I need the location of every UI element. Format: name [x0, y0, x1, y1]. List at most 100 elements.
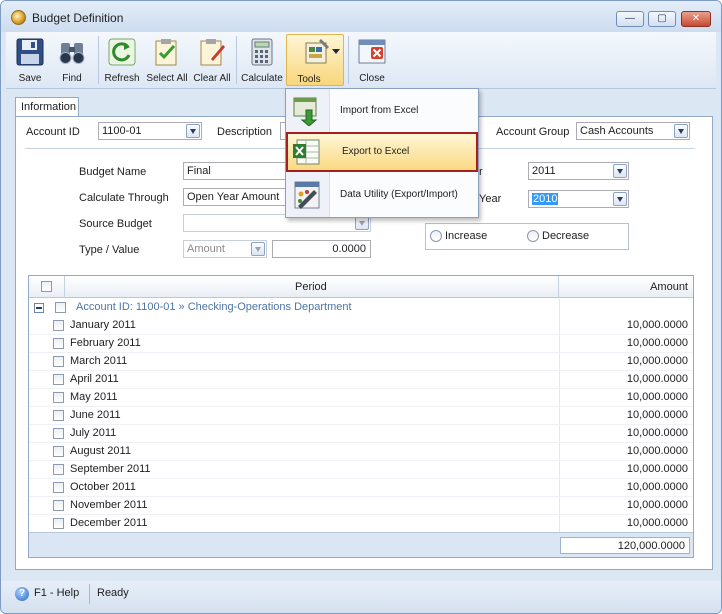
find-button[interactable]: Find [54, 34, 90, 86]
row-checkbox[interactable] [53, 428, 64, 439]
chevron-down-icon[interactable] [613, 164, 627, 178]
row-checkbox[interactable] [53, 356, 64, 367]
account-group-combo[interactable]: Cash Accounts [576, 122, 690, 140]
group-label: Account ID: 1100-01 » Checking-Operation… [76, 301, 352, 313]
refresh-button[interactable]: Refresh [103, 34, 141, 86]
minimize-button[interactable]: — [616, 11, 644, 27]
row-checkbox[interactable] [53, 374, 64, 385]
type-combo[interactable]: Amount [183, 240, 267, 258]
menu-item-export-excel[interactable]: Export to Excel [286, 132, 478, 172]
prior-year-combo[interactable]: 2010 [528, 190, 629, 208]
row-checkbox[interactable] [53, 392, 64, 403]
fiscal-year-combo[interactable]: 2011 [528, 162, 629, 180]
close-window-button[interactable]: ✕ [681, 11, 711, 27]
maximize-button[interactable]: ▢ [648, 11, 676, 27]
type-value-label: Type / Value [79, 244, 140, 256]
amount-cell[interactable]: 10,000.0000 [627, 409, 688, 421]
row-checkbox[interactable] [53, 320, 64, 331]
table-row[interactable]: September 2011 10,000.0000 [29, 461, 693, 479]
amount-cell[interactable]: 10,000.0000 [627, 463, 688, 475]
toolbar-separator [98, 36, 99, 84]
period-cell: October 2011 [70, 481, 136, 493]
table-row[interactable]: December 2011 10,000.0000 [29, 515, 693, 533]
period-cell: January 2011 [70, 319, 136, 331]
increase-label: Increase [445, 230, 488, 242]
row-checkbox[interactable] [53, 518, 64, 529]
tools-button[interactable]: Tools [286, 34, 344, 86]
select-all-button[interactable]: Select All [146, 34, 188, 86]
amount-cell[interactable]: 10,000.0000 [627, 481, 688, 493]
row-checkbox[interactable] [53, 464, 64, 475]
menu-item-import-excel[interactable]: Import from Excel [286, 91, 478, 131]
amount-cell[interactable]: 10,000.0000 [627, 337, 688, 349]
chevron-down-icon[interactable] [186, 124, 200, 138]
amount-cell[interactable]: 10,000.0000 [627, 499, 688, 511]
close-icon [358, 39, 386, 64]
tab-information[interactable]: Information [15, 97, 79, 117]
table-row[interactable]: February 2011 10,000.0000 [29, 335, 693, 353]
table-row[interactable]: January 2011 10,000.0000 [29, 317, 693, 335]
group-checkbox[interactable] [55, 302, 66, 313]
amount-cell[interactable]: 10,000.0000 [627, 445, 688, 457]
chevron-down-icon[interactable] [251, 242, 265, 256]
menu-item-data-utility[interactable]: Data Utility (Export/Import) [286, 175, 478, 215]
increase-radio[interactable] [430, 230, 442, 242]
amount-cell[interactable]: 10,000.0000 [627, 427, 688, 439]
toolbar-separator [348, 36, 349, 84]
collapse-icon[interactable] [34, 303, 44, 313]
toolbar: Save Find Refresh Select All Clear All C… [6, 32, 716, 89]
fiscal-year-label: r [479, 166, 483, 178]
export-excel-icon [293, 139, 320, 165]
save-button[interactable]: Save [12, 34, 48, 86]
row-checkbox[interactable] [53, 482, 64, 493]
group-row[interactable]: Account ID: 1100-01 » Checking-Operation… [29, 299, 693, 317]
help-shortcut[interactable]: F1 - Help [34, 587, 79, 599]
table-row[interactable]: October 2011 10,000.0000 [29, 479, 693, 497]
value-amount-field[interactable]: 0.0000 [272, 240, 371, 258]
calculate-through-combo[interactable]: Open Year Amount [183, 188, 287, 206]
title-bar: Budget Definition — ▢ ✕ [1, 1, 721, 32]
budget-name-field[interactable]: Final [183, 162, 287, 180]
chevron-down-icon[interactable] [613, 192, 627, 206]
amount-cell[interactable]: 10,000.0000 [627, 517, 688, 529]
amount-cell[interactable]: 10,000.0000 [627, 373, 688, 385]
calculate-through-value: Open Year Amount [187, 191, 280, 203]
amount-cell[interactable]: 10,000.0000 [627, 355, 688, 367]
chevron-down-icon[interactable] [674, 124, 688, 138]
increase-decrease-group: Increase Decrease [425, 223, 629, 250]
prior-year-value: 2010 [532, 193, 559, 205]
column-header-amount[interactable]: Amount [650, 281, 688, 293]
close-button[interactable]: Close [352, 34, 392, 86]
tools-icon [305, 39, 329, 64]
table-row[interactable]: March 2011 10,000.0000 [29, 353, 693, 371]
account-id-combo[interactable]: 1100-01 [98, 122, 202, 140]
period-cell: September 2011 [70, 463, 151, 475]
budget-definition-window: Budget Definition — ▢ ✕ Save Find Refres… [0, 0, 722, 614]
table-row[interactable]: November 2011 10,000.0000 [29, 497, 693, 515]
row-checkbox[interactable] [53, 446, 64, 457]
table-row[interactable]: June 2011 10,000.0000 [29, 407, 693, 425]
calculate-through-label: Calculate Through [79, 192, 169, 204]
select-all-checkbox[interactable] [41, 281, 52, 292]
amount-cell[interactable]: 10,000.0000 [627, 391, 688, 403]
help-icon[interactable]: ? [15, 587, 29, 601]
fiscal-year-value: 2011 [532, 165, 556, 177]
calculate-button[interactable]: Calculate [240, 34, 284, 86]
table-row[interactable]: May 2011 10,000.0000 [29, 389, 693, 407]
row-checkbox[interactable] [53, 410, 64, 421]
table-row[interactable]: August 2011 10,000.0000 [29, 443, 693, 461]
period-cell: May 2011 [70, 391, 118, 403]
column-header-period[interactable]: Period [295, 281, 327, 293]
decrease-radio[interactable] [527, 230, 539, 242]
table-row[interactable]: July 2011 10,000.0000 [29, 425, 693, 443]
row-checkbox[interactable] [53, 338, 64, 349]
total-amount: 120,000.0000 [560, 537, 690, 554]
prior-year-label: Year [479, 193, 502, 205]
clear-all-button[interactable]: Clear All [192, 34, 232, 86]
chevron-down-icon[interactable] [332, 49, 340, 54]
row-checkbox[interactable] [53, 500, 64, 511]
table-row[interactable]: April 2011 10,000.0000 [29, 371, 693, 389]
chevron-down-icon[interactable] [355, 216, 369, 230]
budget-name-value: Final [187, 165, 211, 177]
amount-cell[interactable]: 10,000.0000 [627, 319, 688, 331]
